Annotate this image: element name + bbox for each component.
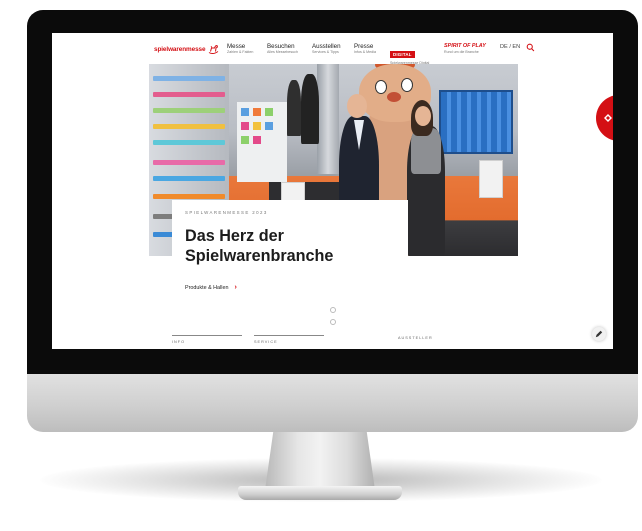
nav-title: Ausstellen <box>312 43 341 50</box>
chevron-right-icon: › <box>234 284 237 291</box>
tab-aussteller[interactable]: AUSSTELLER <box>398 332 468 340</box>
scroll-dot <box>330 319 336 325</box>
tab-info[interactable]: INFO <box>172 335 242 344</box>
hero-woman-head <box>415 106 431 126</box>
arrow-icon <box>604 114 612 122</box>
hero-pedestal <box>479 160 503 198</box>
nav-subtitle: Services & Tipps <box>312 50 339 54</box>
nav-title: Messe <box>227 43 246 50</box>
tab-label: AUSSTELLER <box>398 336 433 340</box>
nav-item-besuchen[interactable]: Besuchen Alles Messebesuch <box>267 43 298 55</box>
hero-play-structure <box>439 90 513 154</box>
tab-label: SERVICE <box>254 339 278 344</box>
monitor-stand-neck <box>265 428 375 490</box>
tab-label: INFO <box>172 339 186 344</box>
hero-link-label: Produkte & Hallen <box>185 284 229 291</box>
hero-headline: Das Herz der Spielwarenbranche <box>185 227 334 265</box>
nav-item-presse[interactable]: Presse Infos & Media <box>354 43 376 55</box>
hero-card: SPIELWARENMESSE 2023 Das Herz der Spielw… <box>172 200 408 265</box>
hero-mascot-eye <box>375 80 387 94</box>
nav-title: Presse <box>354 43 374 50</box>
digital-badge: DIGITAL <box>390 51 415 58</box>
tab-service[interactable]: SERVICE <box>254 335 324 344</box>
monitor-chin <box>27 372 638 432</box>
hero-background-person <box>287 80 301 136</box>
pencil-button[interactable] <box>592 327 606 341</box>
pencil-icon <box>595 330 603 338</box>
hero-pillar <box>317 64 339 174</box>
site-logo[interactable]: spielwarenmesse <box>154 44 219 55</box>
scroll-dot <box>330 307 336 313</box>
nav-item-ausstellen[interactable]: Ausstellen Services & Tipps <box>312 43 341 55</box>
spirit-of-play-logo: SPIRIT OF PLAY <box>444 43 486 49</box>
side-badge[interactable] <box>596 95 613 141</box>
website-screen: spielwarenmesse Messe Zahlen & Fakten Be… <box>52 33 613 349</box>
hero-mascot-eye <box>401 78 413 92</box>
search-icon[interactable] <box>526 43 535 52</box>
language-switch[interactable]: DE / EN <box>500 44 520 50</box>
nav-subtitle: Infos & Media <box>354 50 376 54</box>
nav-subtitle: Rund um die Branche <box>444 50 479 54</box>
monitor-stand-base <box>238 486 402 500</box>
scroll-indicator[interactable] <box>330 307 336 329</box>
hero-booth <box>237 102 287 182</box>
hero-background-person <box>301 74 319 144</box>
nav-item-spirit-of-play[interactable]: SPIRIT OF PLAY Rund um die Branche <box>444 43 486 55</box>
nav-title: Besuchen <box>267 43 295 50</box>
logo-text: spielwarenmesse <box>154 46 206 53</box>
rocking-horse-icon <box>209 45 219 55</box>
nav-item-messe[interactable]: Messe Zahlen & Fakten <box>227 43 253 55</box>
hero-man-head <box>347 94 367 118</box>
nav-item-digital[interactable]: DIGITAL Spielwarenmesse Digital <box>390 43 429 66</box>
hero-mascot-nose <box>387 92 401 102</box>
hero-link[interactable]: Produkte & Hallen › <box>185 284 237 291</box>
nav-subtitle: Zahlen & Fakten <box>227 50 254 54</box>
hero-eyebrow: SPIELWARENMESSE 2023 <box>185 210 268 215</box>
nav-subtitle: Alles Messebesuch <box>267 50 298 54</box>
